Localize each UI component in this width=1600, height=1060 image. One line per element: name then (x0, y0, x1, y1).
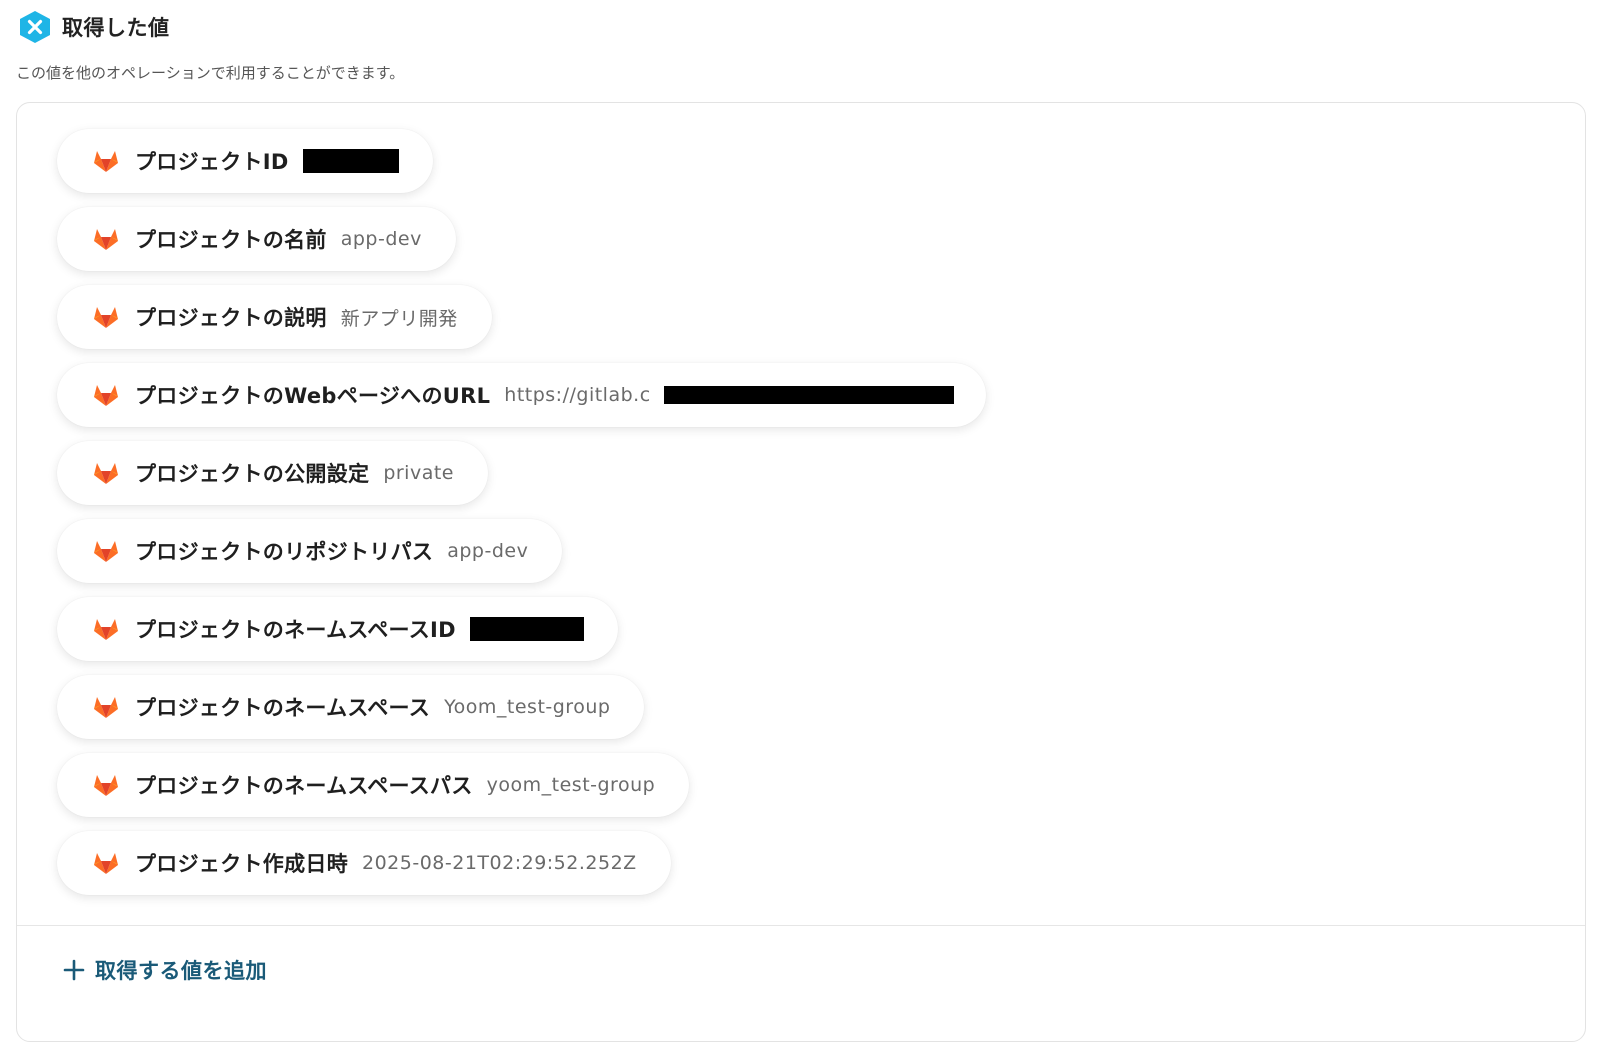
chip-value: yoom_test-group (486, 774, 656, 796)
value-chip-project-namespace-id[interactable]: プロジェクトのネームスペースID (57, 597, 618, 661)
chip-label: プロジェクトのネームスペースID (135, 618, 456, 642)
gitlab-icon (94, 463, 118, 484)
value-chip-project-web-url[interactable]: プロジェクトのWebページへのURL https://gitlab.c v (57, 363, 987, 427)
chip-label: プロジェクトの公開設定 (135, 462, 370, 486)
gitlab-icon (94, 619, 118, 640)
gitlab-icon (94, 151, 118, 172)
chip-label: プロジェクトのネームスペース (135, 696, 431, 720)
value-chip-project-visibility[interactable]: プロジェクトの公開設定 private (57, 441, 488, 505)
gitlab-icon (94, 775, 118, 796)
chip-label: プロジェクトのWebページへのURL (135, 384, 491, 408)
redacted-value (664, 386, 955, 404)
chip-label: プロジェクトのリポジトリパス (135, 540, 434, 564)
divider (17, 925, 1585, 926)
value-chip-project-namespace-path[interactable]: プロジェクトのネームスペースパス yoom_test-group (57, 753, 690, 817)
chip-value: 新アプリ開発 (340, 307, 458, 330)
gitlab-icon (94, 229, 118, 250)
value-chip-project-description[interactable]: プロジェクトの説明 新アプリ開発 (57, 285, 492, 349)
chip-label: プロジェクトのネームスペースパス (135, 774, 473, 798)
chip-value: app-dev (340, 228, 422, 250)
chip-value: private (383, 462, 454, 484)
value-chip-project-repository-path[interactable]: プロジェクトのリポジトリパス app-dev (57, 519, 563, 583)
chip-label: プロジェクトID (135, 150, 289, 174)
gitlab-icon (94, 697, 118, 718)
chip-value: 2025-08-21T02:29:52.252Z (362, 852, 637, 874)
value-chip-project-id[interactable]: プロジェクトID (57, 129, 433, 193)
chip-value-redacted-url: https://gitlab.c v (504, 384, 955, 406)
chip-label: プロジェクト作成日時 (135, 852, 348, 876)
redacted-value (302, 149, 399, 173)
section-title: 取得した値 (62, 16, 170, 40)
yoom-badge-icon (20, 11, 50, 43)
gitlab-icon (94, 307, 118, 328)
gitlab-icon (94, 385, 118, 406)
gitlab-icon (94, 853, 118, 874)
chip-label: プロジェクトの説明 (135, 306, 327, 330)
section-subtitle: この値を他のオペレーションで利用することができます。 (16, 64, 405, 82)
value-chip-project-name[interactable]: プロジェクトの名前 app-dev (57, 207, 456, 271)
section-header: 取得した値 (18, 10, 170, 44)
gitlab-icon (94, 541, 118, 562)
chip-label: プロジェクトの名前 (135, 228, 327, 252)
value-chip-project-created-at[interactable]: プロジェクト作成日時 2025-08-21T02:29:52.252Z (57, 831, 671, 895)
values-panel: プロジェクトID プロジェクトの名前 app-dev プロジェクトの説明 新アプ… (16, 102, 1586, 1042)
add-value-label: 取得する値を追加 (95, 959, 267, 983)
plus-icon (63, 959, 85, 981)
add-value-button[interactable]: 取得する値を追加 (63, 955, 267, 985)
redacted-value (469, 617, 584, 641)
chip-value: Yoom_test-group (444, 696, 611, 718)
value-chip-project-namespace[interactable]: プロジェクトのネームスペース Yoom_test-group (57, 675, 645, 739)
chip-value: app-dev (447, 540, 529, 562)
chip-value: https://gitlab.c (504, 384, 651, 406)
